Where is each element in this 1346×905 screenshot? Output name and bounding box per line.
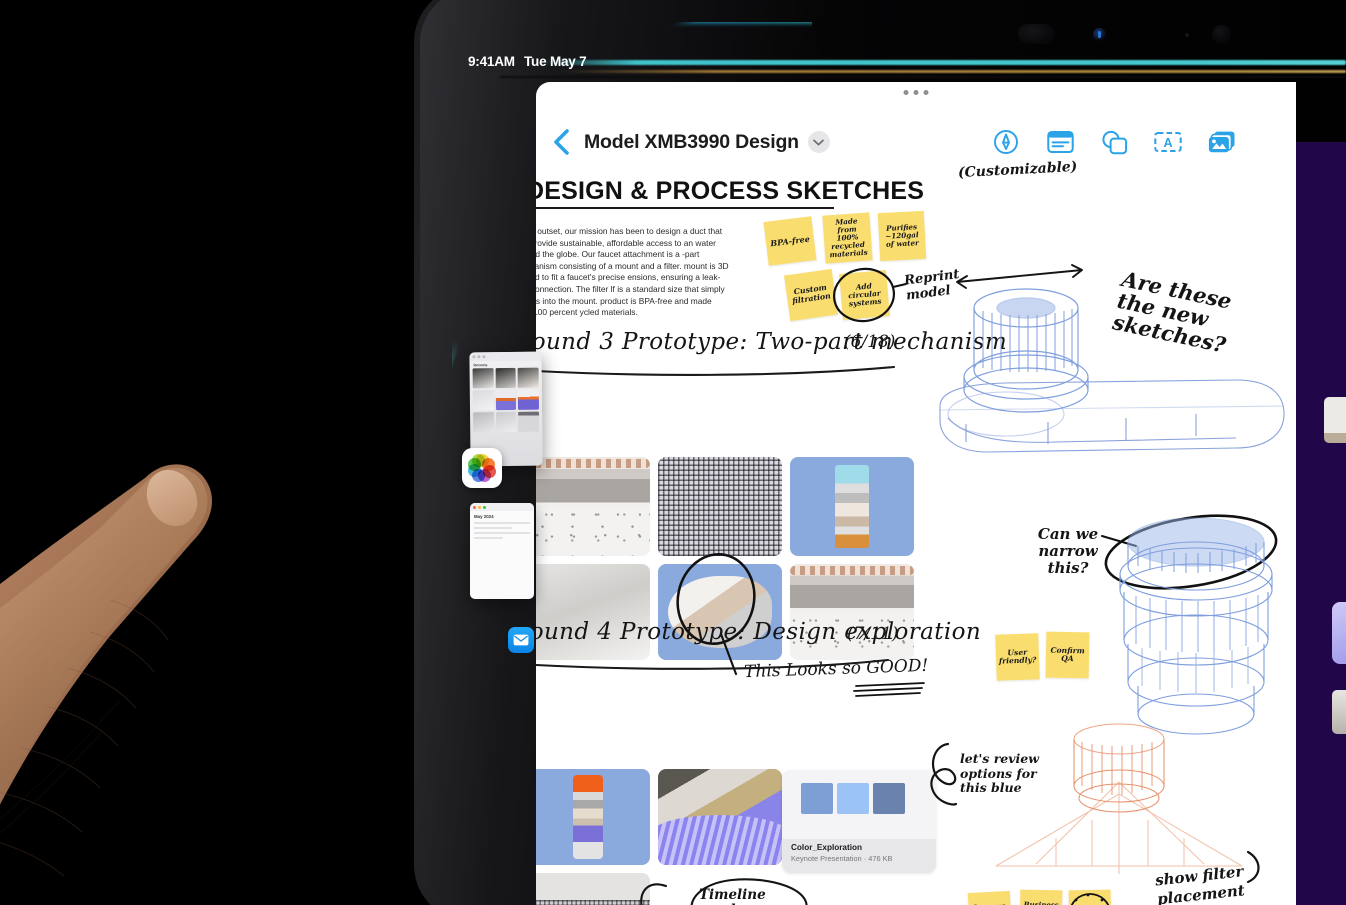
color-swatch — [801, 783, 833, 814]
back-button[interactable] — [544, 125, 578, 159]
photo-thumbnail[interactable] — [658, 769, 782, 865]
placeholder-line — [474, 532, 530, 534]
placeholder-line — [474, 527, 513, 529]
panel-thumb-2[interactable] — [1332, 602, 1346, 664]
sticky-note[interactable]: User friendly? — [995, 633, 1040, 681]
document-title[interactable]: Model XMB3990 Design — [584, 131, 799, 154]
photo-cell[interactable] — [472, 390, 494, 411]
drag-preview-secondary-window[interactable]: May 2024 — [470, 503, 534, 599]
sticky-note-tool[interactable] — [1046, 128, 1074, 156]
photos-petal — [472, 454, 485, 467]
attachment-meta: Color_Exploration Keynote Presentation ·… — [782, 839, 936, 873]
panel-thumb-1[interactable] — [1324, 397, 1346, 443]
photo-cell[interactable] — [473, 412, 494, 433]
sticky-note[interactable]: Final 8/18 — [1068, 889, 1112, 905]
bezel-light-streak-dark — [500, 76, 1346, 78]
chevron-left-icon — [554, 129, 569, 155]
sticky-note[interactable]: Business model 8/02 — [1019, 889, 1063, 905]
sticky-note[interactable]: Made from 100% recycled materials — [822, 212, 873, 264]
sticky-note[interactable]: Confirm QA — [1045, 631, 1090, 679]
ambient-light-sensor — [1185, 33, 1189, 37]
face-id-sensor-icon — [1093, 28, 1106, 41]
section-title: Round 4 Prototype: Design exploration — [536, 619, 982, 645]
section-title: Round 3 Prototype: Two-part mechanism — [536, 329, 1008, 355]
photo-thumbnail[interactable] — [658, 564, 782, 660]
shapes-icon — [1101, 130, 1127, 154]
note-card-icon — [1046, 131, 1074, 153]
envelope-icon — [513, 634, 529, 646]
photo-cell[interactable] — [518, 389, 539, 410]
color-swatch-row — [801, 783, 905, 814]
sticky-note[interactable]: BPA-free — [763, 216, 817, 266]
window-subtitle: May 2024 — [474, 514, 494, 519]
section-date: (7/11) — [847, 624, 899, 644]
shapes-tool[interactable] — [1100, 128, 1128, 156]
multitasking-grabber[interactable] — [903, 90, 929, 95]
sticky-note[interactable]: Custom filtration — [784, 268, 838, 322]
color-swatch — [873, 783, 905, 814]
photo-thumbnail[interactable] — [658, 457, 782, 556]
page-title: DESIGN & PROCESS SKETCHES — [536, 177, 925, 205]
front-camera-sensor-row — [1000, 22, 1250, 48]
attachment-name: Color_Exploration — [791, 843, 862, 852]
pen-circle-icon — [994, 130, 1018, 154]
tool-palette: A — [992, 128, 1278, 156]
sticky-note[interactable]: Purifies ~120gal of water — [877, 210, 927, 262]
svg-text:A: A — [1163, 136, 1172, 150]
photo-thumbnail[interactable] — [536, 457, 650, 556]
photo-cell[interactable] — [472, 368, 494, 389]
text-box-tool[interactable]: A — [1154, 128, 1182, 156]
photos-stack-icon — [1208, 131, 1235, 153]
photo-thumbnail[interactable] — [536, 564, 650, 660]
status-bar-time: 9:41AM — [468, 54, 515, 69]
photo-thumbnail[interactable] — [536, 873, 650, 905]
sensor-pill — [1018, 24, 1054, 44]
photo-grid — [470, 367, 543, 433]
photo-cell[interactable] — [518, 411, 540, 432]
markup-pen-tool[interactable] — [992, 128, 1020, 156]
app-toolbar: Model XMB3990 Design A — [536, 106, 1296, 178]
body-paragraph: m the outset, our mission has been to de… — [536, 226, 729, 318]
photo-cell[interactable] — [517, 367, 539, 388]
bezel-light-streak-teal — [540, 60, 1346, 65]
attachment-subtitle: Keynote Presentation · 476 KB — [791, 854, 893, 863]
annotation-can-we-narrow: Can we narrow this? — [1037, 525, 1099, 577]
placeholder-line — [474, 537, 503, 539]
sticky-note[interactable]: Improve installation 7/22 — [967, 890, 1013, 905]
section-heading-round-4: Round 4 Prototype: Design exploration (7… — [536, 619, 981, 645]
annotation-show-filter-placement: show filter placement — [1154, 862, 1246, 905]
placeholder-line — [474, 522, 530, 524]
annotation-are-these-new-sketches: Are these the new sketches? — [1110, 266, 1234, 358]
front-camera-lens-icon — [1212, 25, 1231, 44]
photo-thumbnail[interactable] — [790, 564, 914, 660]
section-heading-round-3: Round 3 Prototype: Two-part mechanism (6… — [536, 329, 1007, 355]
panel-thumb-3[interactable] — [1332, 690, 1346, 734]
photo-cell[interactable] — [495, 411, 517, 433]
page-title-underline — [536, 207, 834, 209]
photo-thumbnail[interactable] — [536, 769, 650, 865]
photo-cell[interactable] — [495, 367, 517, 389]
media-tool[interactable] — [1208, 128, 1236, 156]
attachment-card-color-exploration[interactable]: Color_Exploration Keynote Presentation ·… — [782, 770, 936, 873]
status-bar-date: Tue May 7 — [524, 54, 587, 69]
mail-app-icon[interactable] — [508, 627, 534, 653]
photo-cell[interactable] — [495, 389, 517, 411]
annotation-timeline: Timeline needs updating — [699, 887, 766, 905]
annotation-reprint-model: Reprint model — [903, 267, 961, 304]
chevron-down-icon — [813, 139, 825, 145]
freeform-app-canvas[interactable]: Model XMB3990 Design A DESIGN & PROCESS … — [536, 82, 1296, 905]
title-menu-button[interactable] — [807, 131, 830, 153]
photos-app-icon[interactable] — [462, 448, 502, 488]
screenshot-root: 9:41AM Tue May 7 Model XMB3990 Design A … — [0, 0, 1346, 905]
photo-thumbnail[interactable] — [790, 457, 914, 556]
section-date: (6/18) — [844, 332, 896, 352]
color-swatch — [837, 783, 869, 814]
window-titlebar — [470, 503, 534, 511]
text-box-icon: A — [1154, 132, 1182, 152]
sticky-note[interactable]: Add circular systems — [839, 270, 890, 320]
document-canvas[interactable]: DESIGN & PROCESS SKETCHES m the outset, … — [536, 159, 1296, 905]
right-side-panel[interactable] — [1288, 142, 1346, 905]
bezel-light-streak-amber — [560, 70, 1346, 73]
annotation-review-blue-options: let's review options for this blue — [960, 751, 1039, 795]
